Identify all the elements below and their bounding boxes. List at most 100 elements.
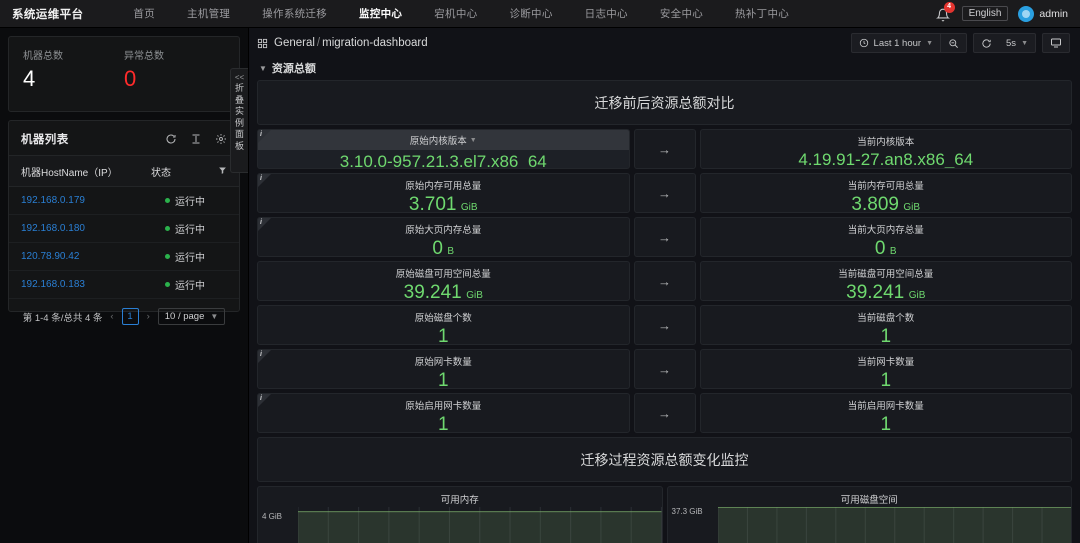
collapse-instance-panel-label: 折叠实例面板 bbox=[234, 83, 244, 151]
panel-value-unit: B bbox=[889, 246, 897, 257]
area-fill bbox=[717, 507, 1071, 543]
status-text: 运行中 bbox=[175, 197, 205, 208]
chart-body: 4 GiB bbox=[258, 507, 662, 543]
panel-title: 当前内存可用总量 bbox=[701, 174, 1072, 192]
pagination-next-button[interactable]: › bbox=[146, 311, 151, 322]
machine-list-toolbar bbox=[165, 133, 227, 145]
panel-current-1[interactable]: 当前内存可用总量 3.809 GiB bbox=[699, 173, 1072, 213]
panel-title: 当前磁盘个数 bbox=[701, 306, 1072, 324]
row-toggle-resource-summary[interactable]: ▼ 资源总额 bbox=[249, 58, 1080, 80]
breadcrumb-folder[interactable]: General bbox=[274, 37, 315, 49]
panel-current-2[interactable]: 当前大页内存总量 0 B bbox=[699, 217, 1072, 257]
panel-value: 0 B bbox=[258, 236, 629, 257]
stat-label: 机器总数 bbox=[23, 51, 63, 62]
instance-sidebar: 机器总数 4 异常总数 0 机器列表 机器HostName（IP） 状态 192… bbox=[0, 28, 248, 543]
panel-current-0[interactable]: 当前内核版本 4.19.91-27.an8.x86_64 bbox=[699, 129, 1072, 169]
machine-ip-link[interactable]: 192.168.0.179 bbox=[21, 195, 165, 206]
gear-icon[interactable] bbox=[215, 133, 227, 145]
panel-current-6[interactable]: 当前启用网卡数量 1 bbox=[699, 393, 1072, 433]
panel-value-number: 4.19.91-27.an8.x86_64 bbox=[798, 150, 974, 169]
panel-value-number: 3.701 bbox=[408, 194, 457, 213]
panel-value: 0 B bbox=[701, 236, 1072, 257]
panel-timeseries-0[interactable]: 可用内存 4 GiB bbox=[257, 486, 663, 543]
table-row[interactable]: 192.168.0.179 运行中 bbox=[9, 187, 239, 215]
panel-current-5[interactable]: 当前网卡数量 1 bbox=[699, 349, 1072, 389]
panel-original-5[interactable]: i 原始网卡数量 1 bbox=[257, 349, 630, 389]
machine-list-header: 机器列表 bbox=[9, 121, 239, 155]
y-axis-tick-label: 4 GiB bbox=[262, 512, 283, 521]
chevron-down-icon: ▼ bbox=[259, 63, 267, 73]
refresh-icon[interactable] bbox=[165, 133, 177, 145]
nav-link-7[interactable]: 安全中心 bbox=[644, 6, 719, 21]
arrow-right-icon: → bbox=[658, 361, 671, 377]
machine-ip-link[interactable]: 192.168.0.183 bbox=[21, 279, 165, 290]
timeseries-svg bbox=[297, 507, 662, 543]
panel-value-unit: GiB bbox=[903, 202, 921, 213]
nav-link-4[interactable]: 宕机中心 bbox=[418, 6, 493, 21]
panel-value: 3.701 GiB bbox=[258, 192, 629, 213]
notifications-bell-button[interactable]: 4 bbox=[935, 1, 955, 22]
panel-original-1[interactable]: i 原始内存可用总量 3.701 GiB bbox=[257, 173, 630, 213]
comparison-row: 原始磁盘个数 1 → 当前磁盘个数 1 bbox=[257, 305, 1072, 345]
banner-top-text: 迁移前后资源总额对比 bbox=[594, 94, 735, 111]
machine-ip-link[interactable]: 120.78.90.42 bbox=[21, 251, 165, 262]
dashboard-toolbar: Last 1 hour ▼ 5s ▼ bbox=[850, 33, 1070, 53]
collapse-instance-panel-button[interactable]: << 折叠实例面板 bbox=[230, 68, 248, 173]
panel-value-number: 0 bbox=[432, 238, 443, 257]
status-filter-button[interactable] bbox=[213, 162, 227, 180]
zoom-out-time-button[interactable] bbox=[941, 34, 966, 52]
nav-link-6[interactable]: 日志中心 bbox=[569, 6, 644, 21]
info-icon[interactable]: i bbox=[260, 350, 262, 359]
panel-title: 当前大页内存总量 bbox=[701, 218, 1072, 236]
panel-original-3[interactable]: 原始磁盘可用空间总量 39.241 GiB bbox=[257, 261, 630, 301]
nav-link-8[interactable]: 热补丁中心 bbox=[719, 6, 805, 21]
panel-title-text: 原始大页内存总量 bbox=[405, 225, 482, 236]
table-row[interactable]: 192.168.0.180 运行中 bbox=[9, 215, 239, 243]
panel-grid: 迁移前后资源总额对比 i 原始内核版本 ▼ 3.10.0-957.21.3.el7.x… bbox=[249, 80, 1080, 543]
table-row[interactable]: 192.168.0.183 运行中 bbox=[9, 271, 239, 299]
nav-link-1[interactable]: 主机管理 bbox=[171, 6, 246, 21]
user-menu[interactable]: admin bbox=[1018, 5, 1068, 22]
table-row[interactable]: 120.78.90.42 运行中 bbox=[9, 243, 239, 271]
panel-value-number: 3.10.0-957.21.3.el7.x86_64 bbox=[339, 152, 547, 169]
column-height-icon[interactable] bbox=[190, 133, 202, 145]
machine-ip-link[interactable]: 192.168.0.180 bbox=[21, 223, 165, 234]
pagination-prev-button[interactable]: ‹ bbox=[109, 311, 114, 322]
info-icon[interactable]: i bbox=[260, 218, 262, 227]
nav-link-3[interactable]: 监控中心 bbox=[343, 6, 418, 21]
machine-table-header: 机器HostName（IP） 状态 bbox=[9, 155, 239, 187]
refresh-dashboard-button[interactable] bbox=[974, 34, 999, 52]
panel-value: 39.241 GiB bbox=[701, 280, 1072, 300]
status-dot-icon bbox=[165, 254, 170, 259]
nav-link-0[interactable]: 首页 bbox=[117, 6, 171, 21]
panel-original-2[interactable]: i 原始大页内存总量 0 B bbox=[257, 217, 630, 257]
panel-original-4[interactable]: 原始磁盘个数 1 bbox=[257, 305, 630, 345]
panel-original-0[interactable]: i 原始内核版本 ▼ 3.10.0-957.21.3.el7.x86_64 bbox=[257, 129, 630, 169]
nav-link-2[interactable]: 操作系统迁移 bbox=[246, 6, 343, 21]
comparison-rows: i 原始内核版本 ▼ 3.10.0-957.21.3.el7.x86_64 → 当前内核版… bbox=[257, 129, 1072, 433]
info-icon[interactable]: i bbox=[260, 394, 262, 403]
panel-current-3[interactable]: 当前磁盘可用空间总量 39.241 GiB bbox=[699, 261, 1072, 301]
nav-link-5[interactable]: 诊断中心 bbox=[493, 6, 568, 21]
panel-original-6[interactable]: i 原始启用网卡数量 1 bbox=[257, 393, 630, 433]
info-icon[interactable]: i bbox=[260, 130, 262, 139]
refresh-controls-group: 5s ▼ bbox=[973, 33, 1036, 53]
panel-title: 可用磁盘空间 bbox=[840, 495, 898, 506]
refresh-interval-picker[interactable]: 5s ▼ bbox=[999, 34, 1035, 52]
pagination-page-1[interactable]: 1 bbox=[121, 308, 139, 325]
language-switch-button[interactable]: English bbox=[961, 6, 1009, 21]
page-size-select[interactable]: 10 / page ▼ bbox=[157, 308, 226, 325]
stat-label: 异常总数 bbox=[124, 51, 164, 62]
panel-menu-chevron-icon[interactable]: ▼ bbox=[470, 137, 477, 144]
panel-current-4[interactable]: 当前磁盘个数 1 bbox=[699, 305, 1072, 345]
panel-timeseries-1[interactable]: 可用磁盘空间 37.3 GiB bbox=[666, 486, 1072, 543]
breadcrumb[interactable]: General / migration-dashboard bbox=[257, 37, 428, 49]
tv-mode-button[interactable] bbox=[1043, 34, 1069, 52]
migration-arrow-panel: → bbox=[633, 129, 696, 169]
panel-title-text: 当前内核版本 bbox=[857, 137, 915, 148]
time-range-picker[interactable]: Last 1 hour ▼ bbox=[852, 34, 940, 52]
panel-title-text: 当前网卡数量 bbox=[857, 357, 915, 368]
breadcrumb-dashboard-name[interactable]: migration-dashboard bbox=[322, 37, 427, 49]
panel-value: 1 bbox=[701, 368, 1072, 388]
info-icon[interactable]: i bbox=[260, 174, 262, 183]
